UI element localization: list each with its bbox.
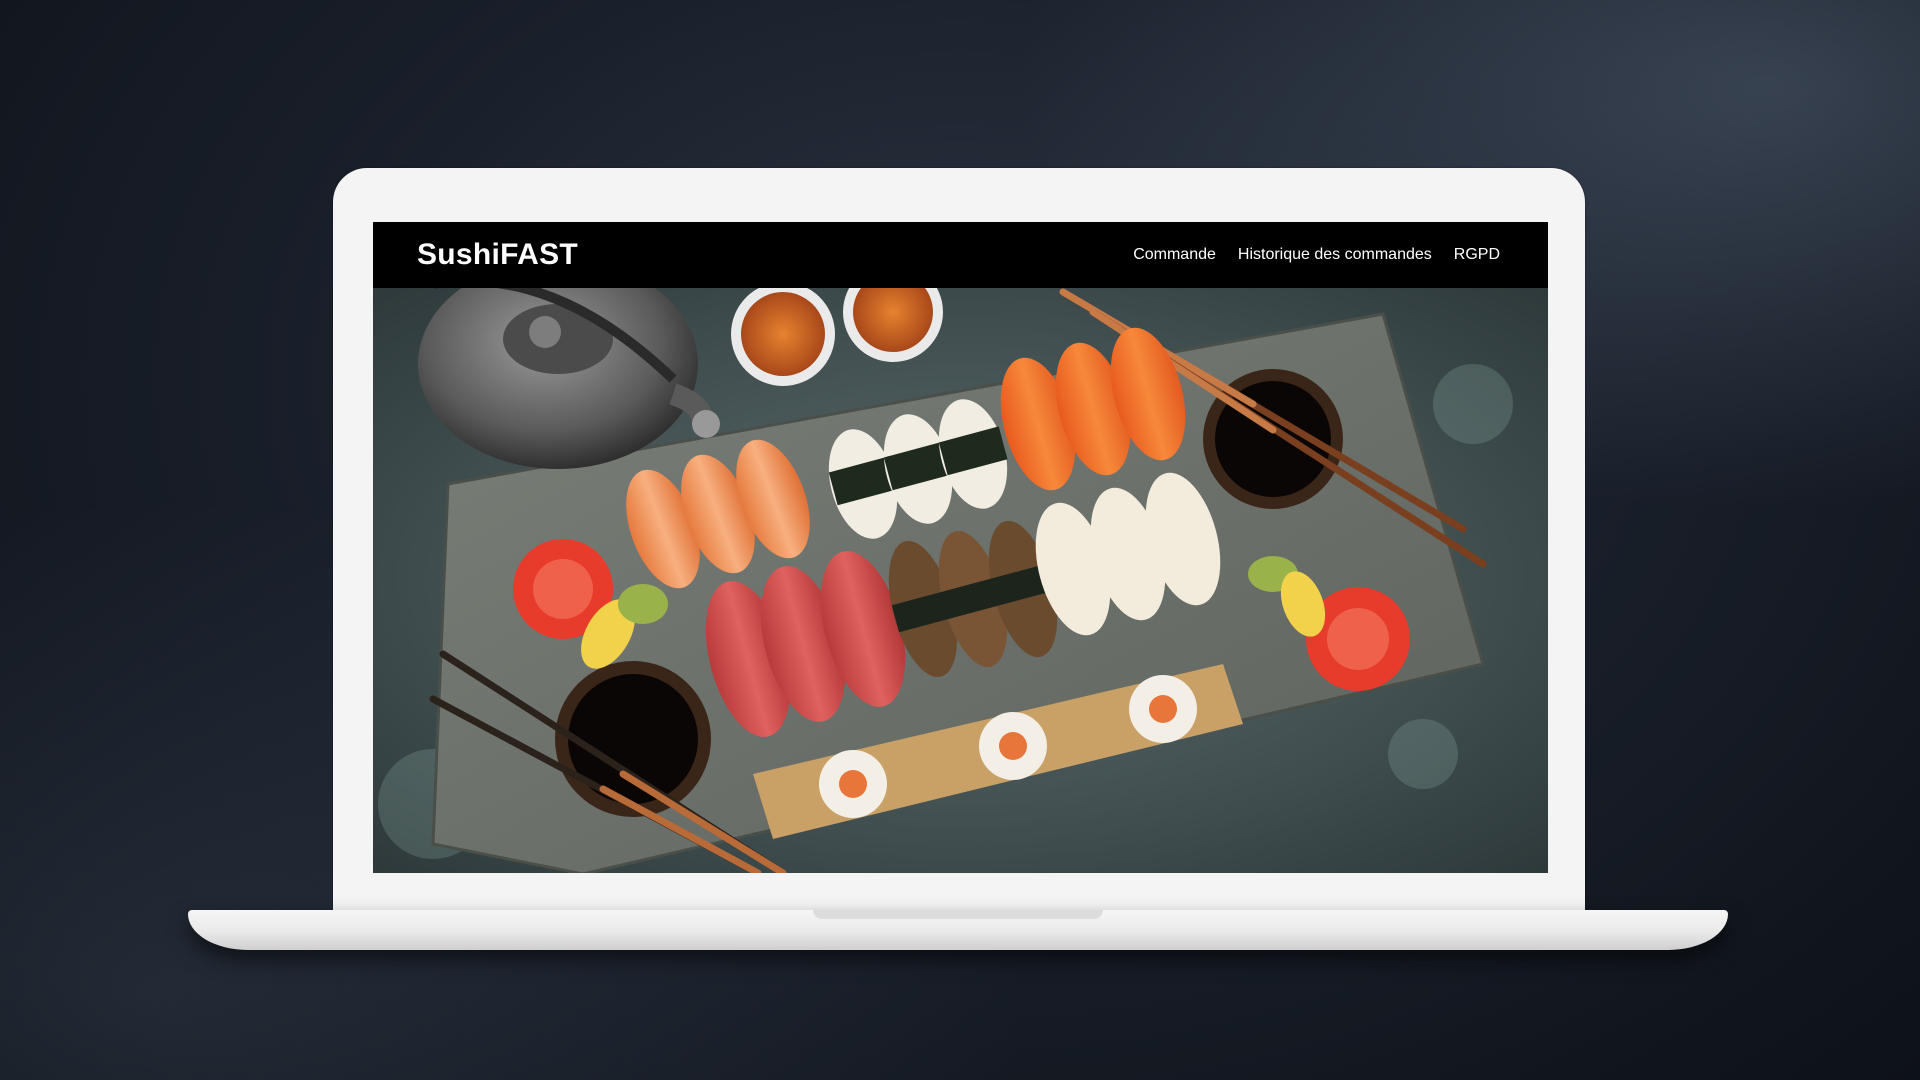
nav-link-rgpd[interactable]: RGPD — [1454, 246, 1500, 264]
nav-links: Commande Historique des commandes RGPD — [1133, 246, 1500, 264]
nav-link-historique[interactable]: Historique des commandes — [1238, 246, 1432, 264]
nav-link-commande[interactable]: Commande — [1133, 246, 1216, 264]
laptop-screen: SushiFAST Commande Historique des comman… — [373, 222, 1548, 873]
laptop-notch — [813, 910, 1103, 919]
brand-logo[interactable]: SushiFAST — [417, 238, 578, 272]
site-navbar: SushiFAST Commande Historique des comman… — [373, 222, 1548, 288]
hero-sushi-image — [373, 284, 1548, 873]
